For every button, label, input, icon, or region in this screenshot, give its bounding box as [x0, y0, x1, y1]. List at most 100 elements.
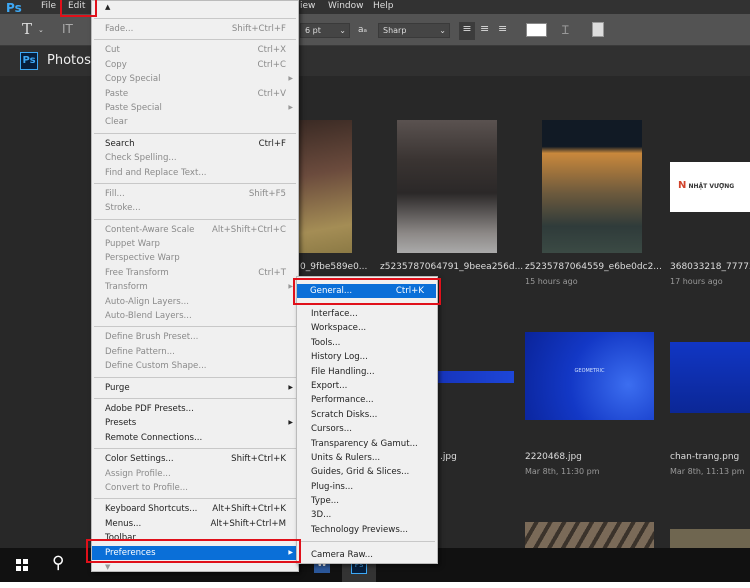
- menu-item-history-log[interactable]: History Log...: [297, 350, 437, 364]
- menu-item-scratch-disks[interactable]: Scratch Disks...: [297, 408, 437, 422]
- menu-item-presets[interactable]: Presets ▶: [92, 416, 298, 430]
- align-center-icon[interactable]: ≡: [480, 22, 489, 35]
- menu-item-camera-raw[interactable]: Camera Raw...: [297, 548, 437, 562]
- menu-item-auto-blend-layers[interactable]: Auto-Blend Layers...: [92, 309, 298, 323]
- menu-item-label: Fade...: [105, 24, 134, 34]
- submenu-arrow-icon: ▶: [288, 103, 293, 111]
- file-thumbnail[interactable]: [542, 120, 642, 253]
- menu-item-plug-ins[interactable]: Plug-ins...: [297, 480, 437, 494]
- menu-item-assign-profile[interactable]: Assign Profile...: [92, 467, 298, 481]
- menu-item-search[interactable]: Search Ctrl+F: [92, 137, 298, 151]
- menu-item-label: Copy: [105, 59, 127, 70]
- menu-item-define-custom-shape[interactable]: Define Custom Shape...: [92, 359, 298, 373]
- file-thumbnail[interactable]: [397, 120, 497, 253]
- menu-item-define-pattern[interactable]: Define Pattern...: [92, 345, 298, 359]
- menu-item-label: Adobe PDF Presets...: [105, 403, 194, 414]
- submenu-arrow-icon: ▶: [288, 383, 293, 391]
- menu-item-label: Find and Replace Text...: [105, 167, 207, 178]
- menu-item-label: Remote Connections...: [105, 432, 203, 443]
- menu-view[interactable]: iew: [300, 1, 315, 11]
- menu-item-remote-connections[interactable]: Remote Connections...: [92, 431, 298, 445]
- menu-item-technology-previews[interactable]: Technology Previews...: [297, 523, 437, 537]
- vertical-type-icon[interactable]: IT: [62, 22, 73, 36]
- file-thumbnail[interactable]: N NHẬT VƯỢNG: [670, 162, 750, 212]
- menu-item-puppet-warp[interactable]: Puppet Warp: [92, 237, 298, 251]
- menu-item-perspective-warp[interactable]: Perspective Warp: [92, 251, 298, 265]
- menu-item-clear[interactable]: Clear: [92, 115, 298, 129]
- menu-item-tools[interactable]: Tools...: [297, 336, 437, 350]
- search-icon[interactable]: ⚲: [52, 553, 64, 573]
- menu-separator: [94, 39, 296, 41]
- menu-item-copy-special[interactable]: Copy Special ▶: [92, 72, 298, 86]
- menu-item-label: Puppet Warp: [105, 239, 160, 250]
- menu-item-label: Copy Special: [105, 74, 161, 85]
- menu-item-performance[interactable]: Performance...: [297, 393, 437, 407]
- menu-separator: [94, 132, 296, 134]
- menu-item-menus[interactable]: Menus... Alt+Shift+Ctrl+M: [92, 517, 298, 531]
- align-right-icon[interactable]: ≡: [498, 22, 507, 35]
- font-size-value: 6 pt: [305, 26, 321, 35]
- menu-item-units-rulers[interactable]: Units & Rulers...: [297, 451, 437, 465]
- chevron-down-icon[interactable]: ⌄: [38, 26, 44, 34]
- menu-item-copy[interactable]: Copy Ctrl+C: [92, 58, 298, 72]
- menu-item-fade[interactable]: Fade... Shift+Ctrl+F: [92, 22, 298, 36]
- menu-help[interactable]: Help: [373, 1, 394, 11]
- file-time: 15 hours ago: [525, 277, 578, 286]
- menu-item-content-aware-scale[interactable]: Content-Aware Scale Alt+Shift+Ctrl+C: [92, 223, 298, 237]
- menu-item-color-settings[interactable]: Color Settings... Shift+Ctrl+K: [92, 452, 298, 466]
- menu-item-transparency-gamut[interactable]: Transparency & Gamut...: [297, 437, 437, 451]
- menu-item-workspace[interactable]: Workspace...: [297, 321, 437, 335]
- warp-text-icon[interactable]: Ɪ: [562, 21, 569, 38]
- menu-item-type[interactable]: Type...: [297, 494, 437, 508]
- menu-item-label: Define Brush Preset...: [105, 332, 199, 343]
- menu-item-fill[interactable]: Fill... Shift+F5: [92, 187, 298, 201]
- menu-item-purge[interactable]: Purge ▶: [92, 381, 298, 395]
- menu-item-label: Keyboard Shortcuts...: [105, 504, 198, 515]
- menu-item-shortcut: Alt+Shift+Ctrl+M: [210, 518, 286, 529]
- menu-item-paste-special[interactable]: Paste Special ▶: [92, 101, 298, 115]
- menu-item-cut[interactable]: Cut Ctrl+X: [92, 43, 298, 57]
- scroll-up-arrow-icon[interactable]: ▲: [92, 1, 298, 15]
- menu-item-label: Assign Profile...: [105, 468, 171, 479]
- logo-text: NHẬT VƯỢNG: [688, 183, 735, 190]
- menu-item-convert-to-profile[interactable]: Convert to Profile...: [92, 481, 298, 495]
- type-tool-icon[interactable]: T: [22, 20, 32, 38]
- menu-item-cursors[interactable]: Cursors...: [297, 422, 437, 436]
- file-thumbnail[interactable]: [670, 342, 750, 413]
- windows-start-icon[interactable]: [16, 559, 28, 571]
- menu-item-interface[interactable]: Interface...: [297, 307, 437, 321]
- file-name: chan-trang.png: [670, 452, 740, 462]
- file-name: z5235787064791_9beea256d...: [380, 262, 524, 272]
- menu-item-paste[interactable]: Paste Ctrl+V: [92, 87, 298, 101]
- file-name: 2220468.jpg: [525, 452, 582, 462]
- character-panel-icon[interactable]: [592, 22, 604, 37]
- ps-home-icon: Ps: [20, 52, 38, 70]
- menu-item-stroke[interactable]: Stroke...: [92, 201, 298, 215]
- menu-item-label: Fill...: [105, 188, 125, 199]
- file-thumbnail[interactable]: [298, 120, 352, 253]
- menu-item-transform[interactable]: Transform ▶: [92, 280, 298, 294]
- align-left-icon[interactable]: ≡: [459, 22, 475, 40]
- menu-item-define-brush-preset[interactable]: Define Brush Preset...: [92, 330, 298, 344]
- file-name: .jpg: [440, 452, 457, 462]
- menu-item-free-transform[interactable]: Free Transform Ctrl+T: [92, 266, 298, 280]
- menu-item-auto-align-layers[interactable]: Auto-Align Layers...: [92, 295, 298, 309]
- file-thumbnail[interactable]: [670, 529, 750, 548]
- font-size-select[interactable]: 6 pt ⌄: [300, 23, 350, 38]
- menu-item-check-spelling[interactable]: Check Spelling...: [92, 151, 298, 165]
- file-thumbnail[interactable]: GEOMETRIC: [525, 332, 654, 420]
- menu-file[interactable]: File: [41, 1, 56, 11]
- menu-item-keyboard-shortcuts[interactable]: Keyboard Shortcuts... Alt+Shift+Ctrl+K: [92, 502, 298, 516]
- menu-item-file-handling[interactable]: File Handling...: [297, 365, 437, 379]
- text-color-swatch[interactable]: [526, 23, 547, 37]
- menu-item-export[interactable]: Export...: [297, 379, 437, 393]
- menu-item-find-and-replace-text[interactable]: Find and Replace Text...: [92, 166, 298, 180]
- menu-item-adobe-pdf-presets[interactable]: Adobe PDF Presets...: [92, 402, 298, 416]
- menu-item-shortcut: Alt+Shift+Ctrl+K: [212, 504, 286, 515]
- file-thumbnail[interactable]: [525, 522, 654, 548]
- anti-alias-select[interactable]: Sharp ⌄: [378, 23, 450, 38]
- menu-window[interactable]: Window: [328, 1, 364, 11]
- menu-item-guides-grid-slices[interactable]: Guides, Grid & Slices...: [297, 465, 437, 479]
- menu-item-shortcut: Shift+Ctrl+K: [231, 454, 286, 465]
- menu-item-3d[interactable]: 3D...: [297, 508, 437, 522]
